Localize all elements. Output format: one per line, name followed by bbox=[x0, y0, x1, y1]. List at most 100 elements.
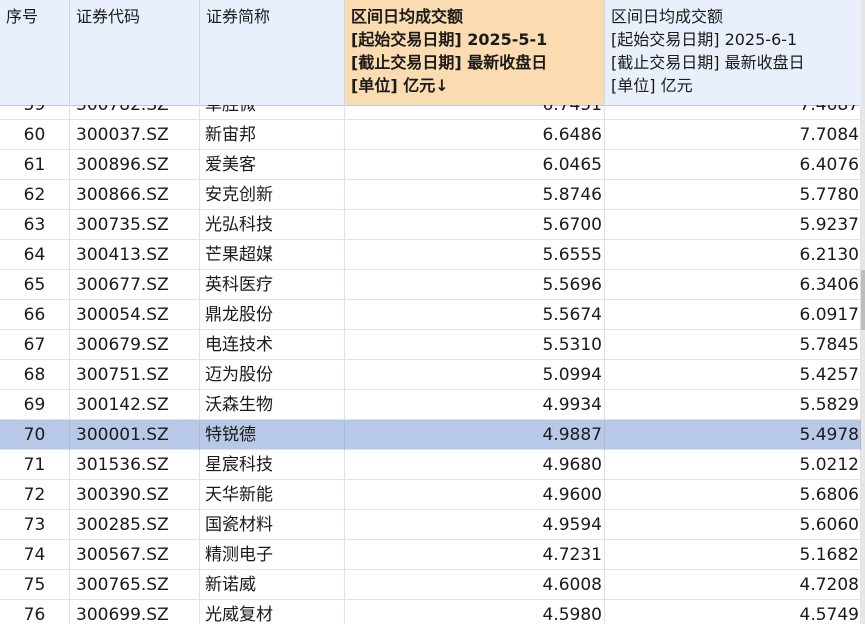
cell-code[interactable]: 300866.SZ bbox=[70, 180, 200, 210]
table-row[interactable]: 75 300765.SZ 新诺威 4.6008 4.7208 bbox=[0, 570, 865, 600]
cell-avg-turnover-june[interactable]: 7.7084 bbox=[605, 120, 861, 150]
cell-code[interactable]: 300699.SZ bbox=[70, 600, 200, 624]
cell-avg-turnover-june[interactable]: 4.7208 bbox=[605, 570, 861, 600]
table-row[interactable]: 61 300896.SZ 爱美客 6.0465 6.4076 bbox=[0, 150, 865, 180]
cell-code[interactable]: 300896.SZ bbox=[70, 150, 200, 180]
cell-avg-turnover-june[interactable]: 4.5749 bbox=[605, 600, 861, 624]
header-avg-turnover-june[interactable]: 区间日均成交额 [起始交易日期] 2025-6-1 [截止交易日期] 最新收盘日… bbox=[605, 0, 865, 105]
cell-index[interactable]: 63 bbox=[0, 210, 70, 240]
table-row[interactable]: 70 300001.SZ 特锐德 4.9887 5.4978 bbox=[0, 420, 865, 450]
cell-code[interactable]: 300285.SZ bbox=[70, 510, 200, 540]
cell-code[interactable]: 300782.SZ bbox=[70, 105, 200, 120]
cell-code[interactable]: 300751.SZ bbox=[70, 360, 200, 390]
table-row[interactable]: 74 300567.SZ 精测电子 4.7231 5.1682 bbox=[0, 540, 865, 570]
table-row[interactable]: 59 300782.SZ 卓胜微 6.7451 7.4687 bbox=[0, 105, 865, 120]
cell-avg-turnover-may[interactable]: 5.0994 bbox=[345, 360, 605, 390]
cell-avg-turnover-june[interactable]: 5.6060 bbox=[605, 510, 861, 540]
cell-avg-turnover-may[interactable]: 5.5696 bbox=[345, 270, 605, 300]
cell-code[interactable]: 300567.SZ bbox=[70, 540, 200, 570]
cell-code[interactable]: 300054.SZ bbox=[70, 300, 200, 330]
cell-name[interactable]: 光弘科技 bbox=[200, 210, 345, 240]
cell-avg-turnover-june[interactable]: 5.4257 bbox=[605, 360, 861, 390]
table-row[interactable]: 66 300054.SZ 鼎龙股份 5.5674 6.0917 bbox=[0, 300, 865, 330]
cell-avg-turnover-may[interactable]: 5.6700 bbox=[345, 210, 605, 240]
cell-index[interactable]: 67 bbox=[0, 330, 70, 360]
cell-index[interactable]: 72 bbox=[0, 480, 70, 510]
table-row[interactable]: 60 300037.SZ 新宙邦 6.6486 7.7084 bbox=[0, 120, 865, 150]
cell-code[interactable]: 300765.SZ bbox=[70, 570, 200, 600]
cell-index[interactable]: 69 bbox=[0, 390, 70, 420]
table-row[interactable]: 68 300751.SZ 迈为股份 5.0994 5.4257 bbox=[0, 360, 865, 390]
cell-avg-turnover-june[interactable]: 5.9237 bbox=[605, 210, 861, 240]
cell-avg-turnover-may[interactable]: 6.6486 bbox=[345, 120, 605, 150]
table-row[interactable]: 62 300866.SZ 安克创新 5.8746 5.7780 bbox=[0, 180, 865, 210]
cell-avg-turnover-june[interactable]: 5.7845 bbox=[605, 330, 861, 360]
cell-avg-turnover-june[interactable]: 5.5829 bbox=[605, 390, 861, 420]
cell-avg-turnover-june[interactable]: 6.4076 bbox=[605, 150, 861, 180]
cell-name[interactable]: 迈为股份 bbox=[200, 360, 345, 390]
table-row[interactable]: 71 301536.SZ 星宸科技 4.9680 5.0212 bbox=[0, 450, 865, 480]
cell-avg-turnover-june[interactable]: 6.0917 bbox=[605, 300, 861, 330]
cell-name[interactable]: 星宸科技 bbox=[200, 450, 345, 480]
cell-code[interactable]: 300677.SZ bbox=[70, 270, 200, 300]
cell-name[interactable]: 沃森生物 bbox=[200, 390, 345, 420]
table-row[interactable]: 63 300735.SZ 光弘科技 5.6700 5.9237 bbox=[0, 210, 865, 240]
cell-avg-turnover-may[interactable]: 5.5674 bbox=[345, 300, 605, 330]
cell-code[interactable]: 300390.SZ bbox=[70, 480, 200, 510]
cell-avg-turnover-may[interactable]: 4.7231 bbox=[345, 540, 605, 570]
cell-avg-turnover-june[interactable]: 6.2130 bbox=[605, 240, 861, 270]
cell-index[interactable]: 66 bbox=[0, 300, 70, 330]
cell-avg-turnover-may[interactable]: 6.7451 bbox=[345, 105, 605, 120]
cell-name[interactable]: 卓胜微 bbox=[200, 105, 345, 120]
cell-code[interactable]: 300142.SZ bbox=[70, 390, 200, 420]
cell-avg-turnover-may[interactable]: 5.6555 bbox=[345, 240, 605, 270]
cell-avg-turnover-may[interactable]: 6.0465 bbox=[345, 150, 605, 180]
header-name[interactable]: 证券简称 bbox=[200, 0, 345, 105]
cell-avg-turnover-june[interactable]: 5.1682 bbox=[605, 540, 861, 570]
table-row[interactable]: 76 300699.SZ 光威复材 4.5980 4.5749 bbox=[0, 600, 865, 624]
table-row[interactable]: 65 300677.SZ 英科医疗 5.5696 6.3406 bbox=[0, 270, 865, 300]
cell-name[interactable]: 爱美客 bbox=[200, 150, 345, 180]
cell-name[interactable]: 新诺威 bbox=[200, 570, 345, 600]
cell-name[interactable]: 精测电子 bbox=[200, 540, 345, 570]
scrollbar-thumb[interactable] bbox=[861, 270, 865, 330]
cell-index[interactable]: 64 bbox=[0, 240, 70, 270]
cell-name[interactable]: 天华新能 bbox=[200, 480, 345, 510]
cell-index[interactable]: 65 bbox=[0, 270, 70, 300]
cell-avg-turnover-may[interactable]: 4.9934 bbox=[345, 390, 605, 420]
table-row[interactable]: 64 300413.SZ 芒果超媒 5.6555 6.2130 bbox=[0, 240, 865, 270]
cell-index[interactable]: 62 bbox=[0, 180, 70, 210]
cell-index[interactable]: 76 bbox=[0, 600, 70, 624]
cell-name[interactable]: 光威复材 bbox=[200, 600, 345, 624]
table-row[interactable]: 67 300679.SZ 电连技术 5.5310 5.7845 bbox=[0, 330, 865, 360]
data-grid[interactable]: 序号 证券代码 证券简称 区间日均成交额 [起始交易日期] 2025-5-1 [… bbox=[0, 0, 865, 624]
cell-index[interactable]: 71 bbox=[0, 450, 70, 480]
cell-avg-turnover-may[interactable]: 5.8746 bbox=[345, 180, 605, 210]
cell-code[interactable]: 300037.SZ bbox=[70, 120, 200, 150]
cell-avg-turnover-june[interactable]: 6.3406 bbox=[605, 270, 861, 300]
table-row[interactable]: 69 300142.SZ 沃森生物 4.9934 5.5829 bbox=[0, 390, 865, 420]
cell-code[interactable]: 300413.SZ bbox=[70, 240, 200, 270]
cell-name[interactable]: 安克创新 bbox=[200, 180, 345, 210]
cell-name[interactable]: 鼎龙股份 bbox=[200, 300, 345, 330]
cell-avg-turnover-june[interactable]: 5.0212 bbox=[605, 450, 861, 480]
cell-name[interactable]: 英科医疗 bbox=[200, 270, 345, 300]
cell-avg-turnover-may[interactable]: 4.5980 bbox=[345, 600, 605, 624]
cell-index[interactable]: 61 bbox=[0, 150, 70, 180]
cell-avg-turnover-june[interactable]: 5.7780 bbox=[605, 180, 861, 210]
header-index[interactable]: 序号 bbox=[0, 0, 70, 105]
cell-avg-turnover-june[interactable]: 5.6806 bbox=[605, 480, 861, 510]
cell-avg-turnover-may[interactable]: 4.9887 bbox=[345, 420, 605, 450]
cell-avg-turnover-may[interactable]: 4.6008 bbox=[345, 570, 605, 600]
cell-name[interactable]: 新宙邦 bbox=[200, 120, 345, 150]
cell-index[interactable]: 70 bbox=[0, 420, 70, 450]
table-row[interactable]: 73 300285.SZ 国瓷材料 4.9594 5.6060 bbox=[0, 510, 865, 540]
cell-code[interactable]: 301536.SZ bbox=[70, 450, 200, 480]
cell-avg-turnover-june[interactable]: 7.4687 bbox=[605, 105, 861, 120]
cell-index[interactable]: 60 bbox=[0, 120, 70, 150]
cell-avg-turnover-may[interactable]: 5.5310 bbox=[345, 330, 605, 360]
cell-name[interactable]: 电连技术 bbox=[200, 330, 345, 360]
table-row[interactable]: 72 300390.SZ 天华新能 4.9600 5.6806 bbox=[0, 480, 865, 510]
cell-code[interactable]: 300735.SZ bbox=[70, 210, 200, 240]
cell-name[interactable]: 特锐德 bbox=[200, 420, 345, 450]
